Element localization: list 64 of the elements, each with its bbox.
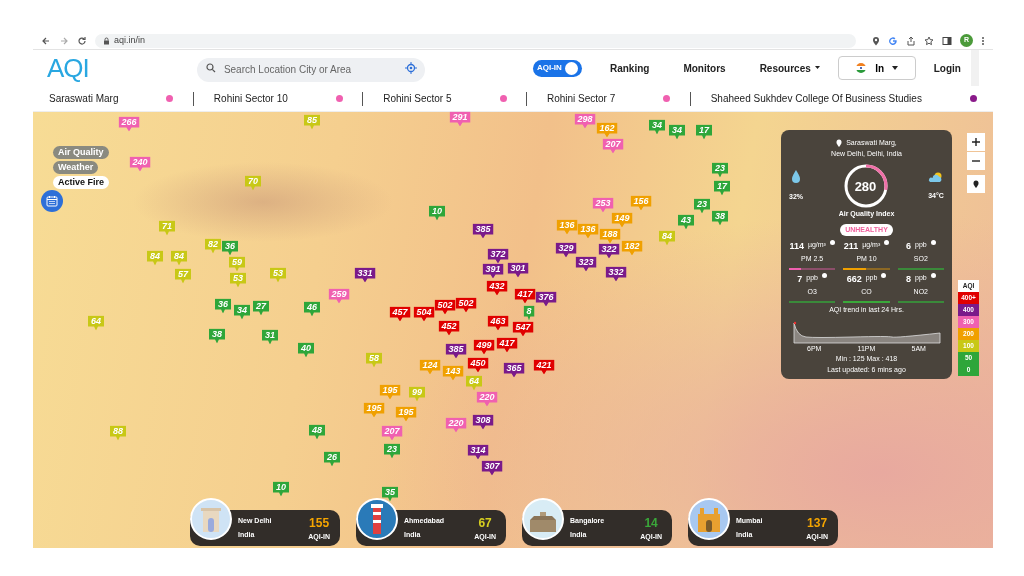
pollutant-value: 7 <box>797 273 803 286</box>
location-pin-icon <box>836 139 843 148</box>
pollutant-value: 114 <box>789 240 804 253</box>
url-text: aqi.in/in <box>114 33 146 47</box>
locate-icon[interactable] <box>404 62 417 74</box>
layer-toggle[interactable]: Air Quality <box>53 146 109 159</box>
location-pin-icon[interactable] <box>872 35 880 46</box>
info-icon <box>829 240 835 245</box>
caret-icon <box>814 66 820 70</box>
caret-icon <box>892 66 899 70</box>
water-drop-icon <box>791 169 801 184</box>
pollutant-value: 211 <box>843 240 859 253</box>
google-logo-icon[interactable] <box>888 35 898 46</box>
layer-toggle[interactable]: Active Fire <box>53 176 110 189</box>
zoom-out-button[interactable] <box>967 152 985 170</box>
info-icon <box>822 273 827 278</box>
share-icon[interactable] <box>906 35 916 46</box>
search-icon <box>205 63 216 73</box>
zoom-in-button[interactable] <box>967 133 985 151</box>
info-icon <box>884 240 890 245</box>
more-options-icon[interactable] <box>981 35 985 46</box>
landmark-illustration <box>522 498 564 540</box>
site-logo[interactable]: AQI <box>47 55 89 81</box>
city-aqi-value: 137 <box>807 514 828 532</box>
landmark-illustration <box>356 498 398 540</box>
lock-icon <box>103 36 110 45</box>
station-name[interactable]: Rohini Sector 10 <box>213 91 288 106</box>
info-icon <box>881 273 887 278</box>
address-bar[interactable]: aqi.in/in <box>95 33 856 48</box>
search-field[interactable]: Search Location City or Area <box>196 57 425 82</box>
language-dropdown[interactable]: In <box>837 56 916 80</box>
pollutant-value: 8 <box>905 273 911 286</box>
pollutant-value: 6 <box>905 240 911 253</box>
station-name[interactable]: Saraswati Marg <box>49 91 119 106</box>
aqi-toggle-switch[interactable]: AQI-IN <box>532 59 582 77</box>
nav-link[interactable]: Monitors <box>683 60 726 76</box>
reload-icon[interactable] <box>77 35 87 46</box>
scrollbar-track <box>971 50 979 86</box>
calendar-icon <box>46 195 58 207</box>
locate-button[interactable] <box>967 175 985 193</box>
aqi-value: 280 <box>853 178 878 196</box>
city-aqi-value: 155 <box>309 514 330 532</box>
minus-icon <box>972 157 980 165</box>
city-aqi-value: 67 <box>478 514 492 532</box>
location-pin-icon <box>973 180 979 188</box>
layer-toggle[interactable]: Weather <box>53 161 99 174</box>
sun-cloud-icon <box>928 170 944 183</box>
star-icon[interactable] <box>924 35 934 46</box>
login-link[interactable]: Login <box>933 60 961 76</box>
landmark-illustration <box>190 498 232 540</box>
aqi-ring-gauge <box>842 163 889 209</box>
city-aqi-value: 14 <box>644 514 658 532</box>
station-name[interactable]: Shaheed Sukhdev College Of Business Studies <box>710 91 922 106</box>
station-name[interactable]: Rohini Sector 5 <box>383 91 452 106</box>
info-icon <box>930 240 936 245</box>
back-icon[interactable] <box>41 35 51 46</box>
plus-icon <box>972 138 980 146</box>
station-name[interactable]: Rohini Sector 7 <box>546 91 616 106</box>
resources-dropdown[interactable]: Resources <box>759 60 820 76</box>
sidebar-icon[interactable] <box>942 35 952 46</box>
info-icon <box>930 273 936 278</box>
landmark-illustration <box>688 498 730 540</box>
pollutant-value: 662 <box>846 273 862 286</box>
nav-link[interactable]: Ranking <box>609 60 650 76</box>
